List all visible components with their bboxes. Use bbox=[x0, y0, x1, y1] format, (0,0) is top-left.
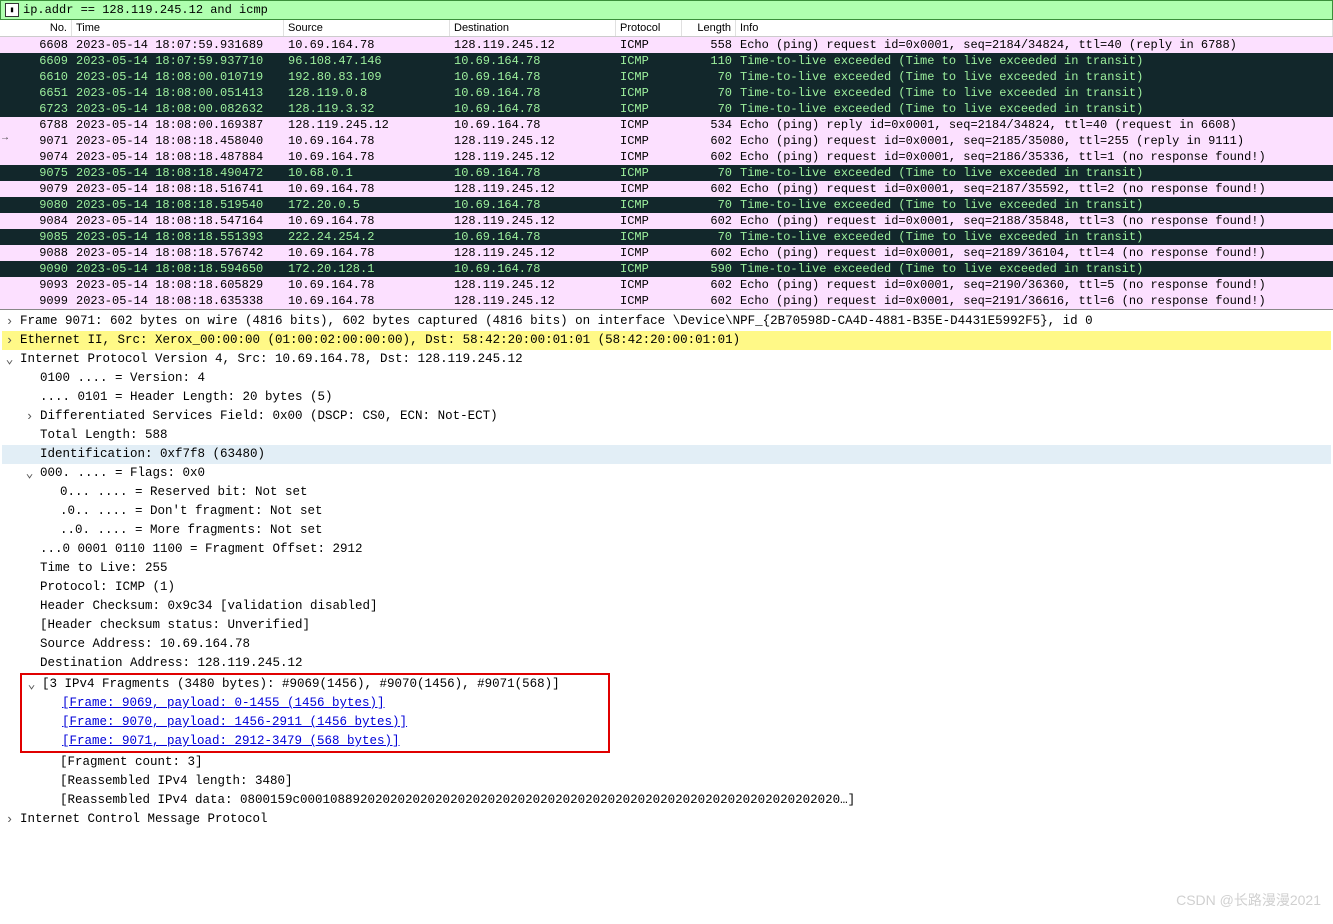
ip-total-length: Total Length: 588 bbox=[2, 426, 1331, 445]
reassembled-data: [Reassembled IPv4 data: 0800159c00010889… bbox=[2, 791, 1331, 810]
col-length[interactable]: Length bbox=[682, 20, 736, 36]
tree-ethernet[interactable]: Ethernet II, Src: Xerox_00:00:00 (01:00:… bbox=[2, 331, 1331, 350]
ip-flag-mf: ..0. .... = More fragments: Not set bbox=[2, 521, 1331, 540]
watermark: CSDN @长路漫漫2021 bbox=[1176, 890, 1321, 910]
ip-header-length: .... 0101 = Header Length: 20 bytes (5) bbox=[2, 388, 1331, 407]
ip-dest-address: Destination Address: 128.119.245.12 bbox=[2, 654, 1331, 673]
fragments-highlight-box: [3 IPv4 Fragments (3480 bytes): #9069(14… bbox=[20, 673, 610, 753]
packet-row[interactable]: 90712023-05-14 18:08:18.45804010.69.164.… bbox=[0, 133, 1333, 149]
ip-flag-df: .0.. .... = Don't fragment: Not set bbox=[2, 502, 1331, 521]
packet-row[interactable]: 90752023-05-14 18:08:18.49047210.68.0.11… bbox=[0, 165, 1333, 181]
fragment-link-2[interactable]: [Frame: 9070, payload: 1456-2911 (1456 b… bbox=[22, 713, 608, 732]
fragment-count: [Fragment count: 3] bbox=[2, 753, 1331, 772]
packet-row[interactable]: 66092023-05-14 18:07:59.93771096.108.47.… bbox=[0, 53, 1333, 69]
packet-details-pane[interactable]: Frame 9071: 602 bytes on wire (4816 bits… bbox=[0, 310, 1333, 835]
packet-row[interactable]: 90792023-05-14 18:08:18.51674110.69.164.… bbox=[0, 181, 1333, 197]
col-protocol[interactable]: Protocol bbox=[616, 20, 682, 36]
packet-row[interactable]: 67882023-05-14 18:08:00.169387128.119.24… bbox=[0, 117, 1333, 133]
packet-list-header: No. Time Source Destination Protocol Len… bbox=[0, 20, 1333, 37]
ip-fragment-offset: ...0 0001 0110 1100 = Fragment Offset: 2… bbox=[2, 540, 1331, 559]
ip-flags[interactable]: 000. .... = Flags: 0x0 bbox=[2, 464, 1331, 483]
packet-row[interactable]: 90902023-05-14 18:08:18.594650172.20.128… bbox=[0, 261, 1333, 277]
packet-row[interactable]: 66082023-05-14 18:07:59.93168910.69.164.… bbox=[0, 37, 1333, 53]
ip-ttl: Time to Live: 255 bbox=[2, 559, 1331, 578]
packet-row[interactable]: 66512023-05-14 18:08:00.051413128.119.0.… bbox=[0, 85, 1333, 101]
packet-row[interactable]: 66102023-05-14 18:08:00.010719192.80.83.… bbox=[0, 69, 1333, 85]
ip-fragments[interactable]: [3 IPv4 Fragments (3480 bytes): #9069(14… bbox=[22, 675, 608, 694]
ip-protocol: Protocol: ICMP (1) bbox=[2, 578, 1331, 597]
ip-identification: Identification: 0xf7f8 (63480) bbox=[2, 445, 1331, 464]
tree-icmp[interactable]: Internet Control Message Protocol bbox=[2, 810, 1331, 829]
packet-row[interactable]: 90742023-05-14 18:08:18.48788410.69.164.… bbox=[0, 149, 1333, 165]
packet-list-pane[interactable]: No. Time Source Destination Protocol Len… bbox=[0, 20, 1333, 310]
col-source[interactable]: Source bbox=[284, 20, 450, 36]
display-filter-bar[interactable]: ▮ bbox=[0, 0, 1333, 20]
col-no[interactable]: No. bbox=[0, 20, 72, 36]
ip-flag-reserved: 0... .... = Reserved bit: Not set bbox=[2, 483, 1331, 502]
fragment-link-3[interactable]: [Frame: 9071, payload: 2912-3479 (568 by… bbox=[22, 732, 608, 751]
ip-dsf[interactable]: Differentiated Services Field: 0x00 (DSC… bbox=[2, 407, 1331, 426]
packet-row[interactable]: 90992023-05-14 18:08:18.63533810.69.164.… bbox=[0, 293, 1333, 309]
packet-row[interactable]: 90852023-05-14 18:08:18.551393222.24.254… bbox=[0, 229, 1333, 245]
packet-row[interactable]: 67232023-05-14 18:08:00.082632128.119.3.… bbox=[0, 101, 1333, 117]
packet-row[interactable]: 90842023-05-14 18:08:18.54716410.69.164.… bbox=[0, 213, 1333, 229]
ip-source-address: Source Address: 10.69.164.78 bbox=[2, 635, 1331, 654]
packet-row[interactable]: 90932023-05-14 18:08:18.60582910.69.164.… bbox=[0, 277, 1333, 293]
reassembled-length: [Reassembled IPv4 length: 3480] bbox=[2, 772, 1331, 791]
fragment-link-1[interactable]: [Frame: 9069, payload: 0-1455 (1456 byte… bbox=[22, 694, 608, 713]
packet-row[interactable]: 90802023-05-14 18:08:18.519540172.20.0.5… bbox=[0, 197, 1333, 213]
col-time[interactable]: Time bbox=[72, 20, 284, 36]
tree-frame[interactable]: Frame 9071: 602 bytes on wire (4816 bits… bbox=[2, 312, 1331, 331]
packet-row[interactable]: 90882023-05-14 18:08:18.57674210.69.164.… bbox=[0, 245, 1333, 261]
ip-checksum: Header Checksum: 0x9c34 [validation disa… bbox=[2, 597, 1331, 616]
ip-checksum-status: [Header checksum status: Unverified] bbox=[2, 616, 1331, 635]
display-filter-input[interactable] bbox=[23, 3, 423, 17]
tree-ip[interactable]: Internet Protocol Version 4, Src: 10.69.… bbox=[2, 350, 1331, 369]
col-destination[interactable]: Destination bbox=[450, 20, 616, 36]
ip-version: 0100 .... = Version: 4 bbox=[2, 369, 1331, 388]
filter-icon: ▮ bbox=[5, 3, 19, 17]
col-info[interactable]: Info bbox=[736, 20, 1333, 36]
